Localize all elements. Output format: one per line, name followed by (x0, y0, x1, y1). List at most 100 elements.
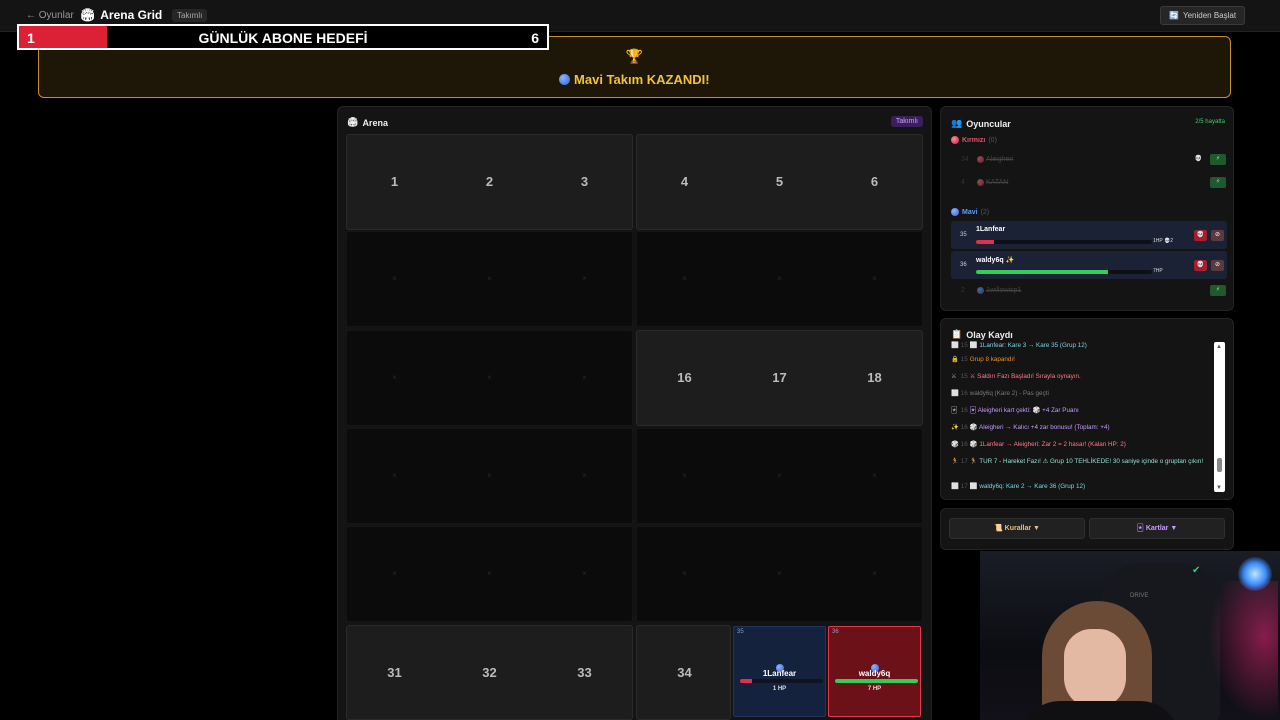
player-name: Aleigheri (977, 156, 1013, 163)
app-title: 🏟 Arena Grid (80, 8, 162, 22)
kill-button[interactable]: 💀 (1194, 230, 1207, 241)
player-hp-fill (835, 679, 918, 683)
grid-cell[interactable]: 34 (637, 625, 732, 720)
log-entry-icon: ⬜ (951, 342, 959, 349)
log-entry: 🃏 16 🃏 Aleigheri kart çekti: 🎲 +4 Zar Pua… (951, 406, 1213, 415)
revive-button[interactable]: ⚡ (1210, 154, 1226, 165)
log-entry-text: ⬜ waldy6q: Kare 2 → Kare 36 (Grup 12) (969, 483, 1086, 490)
grid-cell[interactable]: 3 (537, 134, 632, 229)
player-hp-bar (835, 679, 918, 683)
player-hp: 1HP 💀2 (1153, 238, 1173, 244)
log-entry: ⬜ 17 ⬜ waldy6q: Kare 2 → Kare 36 (Grup 12… (951, 482, 1213, 491)
kick-button[interactable]: ⊘ (1211, 230, 1224, 241)
player-name: KATAN (977, 179, 1008, 186)
player-row: 34 Aleigheri 💀 ⚡ (951, 152, 1227, 170)
grid-cell[interactable]: 32 (442, 625, 537, 720)
log-entry-time: 15 (960, 373, 968, 380)
log-entry-time: 16 (960, 424, 968, 431)
skull-icon: 💀 (1194, 156, 1202, 162)
player-name: 1Lanfear (762, 669, 797, 678)
goal-target: 6 (531, 30, 539, 46)
subscriber-goal-bar: 1 GÜNLÜK ABONE HEDEFİ 6 (17, 24, 549, 50)
players-title-text: Oyuncular (966, 118, 1011, 129)
player-hp-fill (976, 270, 1108, 274)
blue-team-icon (559, 74, 571, 85)
closed-grid-cell: × (777, 471, 782, 480)
scroll-thumb[interactable] (1217, 458, 1222, 472)
kick-button[interactable]: ⊘ (1211, 260, 1224, 271)
kill-button[interactable]: 💀 (1194, 260, 1207, 271)
player-name-text: Aleigheri (986, 156, 1014, 163)
scroll-down-icon[interactable]: ▼ (1216, 485, 1222, 491)
log-entry: ⬜ 16 waldy6q (Kare 2) - Pas geçti (951, 389, 1213, 398)
log-entry-icon: ⬜ (951, 483, 959, 490)
red-team-label: Kırmızı (0) (951, 136, 997, 144)
player-grid-cell[interactable]: 36 waldy6q 7 HP (828, 626, 921, 717)
webcam-person-body (1020, 701, 1180, 720)
log-entry-text: 🎲 Aleigheri → Kalıcı +4 zar bonusu! (Top… (969, 424, 1110, 431)
grid-cell[interactable]: 4 (637, 134, 732, 229)
event-log-scrollbar[interactable]: ▲ ▼ (1214, 342, 1225, 492)
blue-team-label: Mavi (2) (951, 208, 989, 216)
event-log-list[interactable]: ⬜ 15 ⬜ 1Lanfear: Kare 3 → Kare 35 (Grup 1… (951, 341, 1213, 494)
cards-toggle-button[interactable]: 🃏 Kartlar ▼ (1089, 518, 1225, 539)
grid-cell[interactable]: 18 (827, 330, 922, 425)
player-hp-fill (976, 240, 994, 244)
log-entry: 🎲 16 🎲 1Lanfear → Aleigheri: Zar 2 = 2 ha… (951, 440, 1213, 449)
grid-cell[interactable]: 1 (347, 134, 442, 229)
grid-cell[interactable]: 16 (637, 330, 732, 425)
player-hp-bar (740, 679, 823, 683)
log-entry: ✨ 16 🎲 Aleigheri → Kalıcı +4 zar bonusu! … (951, 423, 1213, 432)
closed-grid-cell: × (872, 471, 877, 480)
blue-team-name: Mavi (962, 208, 978, 216)
closed-grid-cell: × (872, 569, 877, 578)
scroll-up-icon[interactable]: ▲ (1216, 344, 1222, 350)
log-entry: 🏃 17 🏃 TUR 7 - Hareket Fazı! ⚠ Grup 10 TE… (951, 457, 1213, 466)
closed-grid-cell: × (487, 471, 492, 480)
refresh-icon: 🔄 (1169, 11, 1179, 20)
player-cell-number: 35 (960, 232, 967, 238)
log-entry-text: 🃏 Aleigheri kart çekti: 🎲 +4 Zar Puanı (969, 407, 1079, 414)
player-name-text: KATAN (986, 179, 1009, 186)
player-grid-cell[interactable]: 35 1Lanfear 1 HP (733, 626, 826, 717)
log-entry: ⚔ 15 ⚔ Saldırı Fazı Başladı! Sırayla oyna… (951, 372, 1213, 381)
closed-grid-cell: × (487, 569, 492, 578)
player-row: 2 1willowisp1 ⚡ (951, 283, 1227, 301)
restart-button[interactable]: 🔄 Yeniden Başlat (1160, 6, 1246, 25)
grid-cell[interactable]: 2 (442, 134, 537, 229)
trophy-icon: 🏆 (625, 48, 644, 64)
back-to-games-link[interactable]: ← Oyunlar (26, 10, 74, 21)
player-name: 1Lanfear (976, 226, 1006, 233)
log-entry-text: waldy6q (Kare 2) - Pas geçti (969, 390, 1049, 397)
grid-cell[interactable]: 33 (537, 625, 632, 720)
players-panel: 👥 Oyuncular 2/5 hayatta Kırmızı (0) 34 A… (940, 106, 1234, 311)
log-entry-time: 15 (960, 356, 968, 363)
log-entry-text: ⬜ 1Lanfear: Kare 3 → Kare 35 (Grup 12) (969, 342, 1087, 349)
closed-grid-cell: × (682, 471, 687, 480)
revive-button[interactable]: ⚡ (1210, 177, 1226, 188)
closed-grid-cell: × (682, 569, 687, 578)
closed-grid-cell: × (487, 373, 492, 382)
player-hp: 7 HP (867, 686, 882, 692)
alive-count: 2/5 hayatta (1195, 119, 1225, 125)
cell-number: 36 (832, 629, 839, 635)
revive-button[interactable]: ⚡ (1210, 285, 1226, 296)
grid-cell[interactable]: 5 (732, 134, 827, 229)
grid-cell[interactable]: 6 (827, 134, 922, 229)
event-log-title: 📋 Olay Kaydı (951, 329, 1013, 340)
rules-toggle-button[interactable]: 📜 Kurallar ▼ (949, 518, 1085, 539)
arena-mode-tag: Takımlı (890, 116, 923, 127)
grid-cell[interactable]: 31 (347, 625, 442, 720)
goal-title: GÜNLÜK ABONE HEDEFİ (198, 30, 368, 46)
closed-grid-cell: × (682, 274, 687, 283)
player-name-text: 1willowisp1 (986, 287, 1022, 294)
closed-grid-cell: × (582, 471, 587, 480)
webcam-blue-light (1238, 557, 1272, 591)
player-cell-number: 4 (961, 179, 965, 186)
grid-cell[interactable]: 17 (732, 330, 827, 425)
log-entry-time: 17 (960, 483, 968, 490)
closed-grid-cell: × (392, 569, 397, 578)
players-icon: 👥 (951, 118, 963, 128)
player-cell-number: 2 (961, 287, 965, 294)
blue-team-icon (951, 208, 959, 216)
